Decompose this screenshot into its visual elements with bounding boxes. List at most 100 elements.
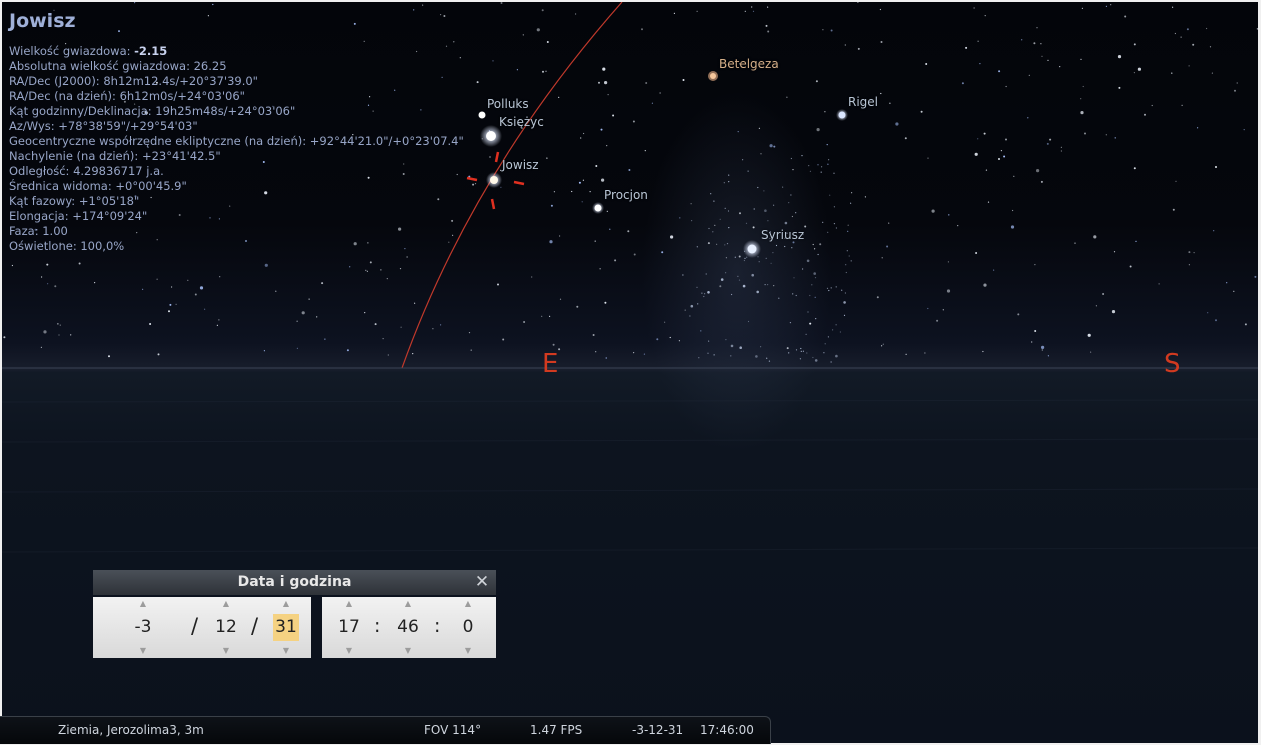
star bbox=[406, 256, 408, 258]
hour-field[interactable]: 17 bbox=[334, 614, 364, 641]
month-spinner[interactable]: ▲ 12 ▼ bbox=[209, 597, 243, 658]
hour-up-arrow-icon[interactable]: ▲ bbox=[334, 599, 364, 609]
star bbox=[773, 145, 776, 148]
star bbox=[830, 361, 832, 363]
sky-label-procjon[interactable]: Procjon bbox=[604, 188, 648, 202]
procyon-star[interactable] bbox=[594, 204, 602, 212]
star bbox=[1197, 127, 1199, 129]
year-up-arrow-icon[interactable]: ▲ bbox=[126, 599, 160, 609]
pollux-star[interactable] bbox=[478, 111, 486, 119]
object-info-line: Nachylenie (na dzień): +23°41'42.5" bbox=[9, 149, 464, 164]
star bbox=[57, 323, 59, 325]
month-down-arrow-icon[interactable]: ▼ bbox=[209, 646, 243, 656]
month-up-arrow-icon[interactable]: ▲ bbox=[209, 599, 243, 609]
star bbox=[905, 353, 907, 355]
star bbox=[47, 283, 49, 285]
month-field[interactable]: 12 bbox=[209, 614, 243, 641]
star bbox=[739, 346, 742, 350]
star bbox=[778, 297, 780, 299]
second-field[interactable]: 0 bbox=[453, 614, 483, 641]
info-label: Odległość: bbox=[9, 164, 74, 178]
dialog-titlebar[interactable]: Data i godzina ✕ bbox=[93, 570, 496, 595]
rigel-star[interactable] bbox=[838, 111, 846, 119]
star bbox=[576, 305, 579, 308]
star bbox=[1254, 275, 1257, 278]
second-spinner[interactable]: ▲ 0 ▼ bbox=[453, 597, 483, 658]
year-field[interactable]: -3 bbox=[126, 614, 160, 641]
sirius-star[interactable] bbox=[747, 244, 757, 254]
date-time-dialog[interactable]: Data i godzina ✕ ▲ -3 ▼ / ▲ 12 ▼ / ▲ 31 … bbox=[93, 570, 496, 658]
star bbox=[701, 292, 703, 294]
second-up-arrow-icon[interactable]: ▲ bbox=[453, 599, 483, 609]
star bbox=[800, 350, 802, 352]
star bbox=[765, 24, 768, 27]
star bbox=[1243, 129, 1245, 131]
star bbox=[830, 29, 833, 32]
star bbox=[1215, 319, 1217, 322]
star bbox=[846, 250, 848, 252]
star bbox=[1186, 28, 1189, 31]
minute-up-arrow-icon[interactable]: ▲ bbox=[393, 599, 423, 609]
star bbox=[1040, 180, 1043, 183]
date-separator-1: / bbox=[191, 614, 199, 638]
minute-down-arrow-icon[interactable]: ▼ bbox=[393, 646, 423, 656]
hour-down-arrow-icon[interactable]: ▼ bbox=[334, 646, 364, 656]
minute-spinner[interactable]: ▲ 46 ▼ bbox=[393, 597, 423, 658]
sky-label-betelgeza[interactable]: Betelgeza bbox=[719, 57, 779, 71]
status-bar[interactable]: Ziemia, Jerozolima3, 3m FOV 114° 1.47 FP… bbox=[0, 716, 771, 744]
star bbox=[365, 269, 367, 271]
star bbox=[583, 132, 585, 135]
year-down-arrow-icon[interactable]: ▼ bbox=[126, 646, 160, 656]
hour-spinner[interactable]: ▲ 17 ▼ bbox=[334, 597, 364, 658]
betelgeuse-star[interactable] bbox=[710, 73, 716, 79]
star bbox=[723, 182, 725, 184]
sky-label-jowisz[interactable]: Jowisz bbox=[502, 158, 539, 172]
star bbox=[1046, 142, 1049, 145]
star bbox=[316, 316, 318, 318]
star bbox=[879, 8, 882, 11]
sky-label-rigel[interactable]: Rigel bbox=[848, 95, 878, 109]
object-info-line: Oświetlone: 100,0% bbox=[9, 239, 464, 254]
info-label: Absolutna wielkość gwiazdowa: bbox=[9, 59, 194, 73]
star bbox=[745, 222, 748, 224]
star bbox=[857, 2, 859, 3]
star bbox=[713, 200, 715, 202]
star bbox=[690, 304, 694, 308]
sky-label-ksiezyc[interactable]: Księżyc bbox=[499, 115, 544, 129]
star bbox=[296, 347, 298, 349]
second-down-arrow-icon[interactable]: ▼ bbox=[453, 646, 483, 656]
star bbox=[531, 276, 533, 278]
object-name: Jowisz bbox=[9, 10, 76, 32]
day-up-arrow-icon[interactable]: ▲ bbox=[269, 599, 303, 609]
star bbox=[1151, 104, 1153, 107]
star bbox=[936, 319, 939, 322]
minute-field[interactable]: 46 bbox=[393, 614, 423, 641]
day-spinner[interactable]: ▲ 31 ▼ bbox=[269, 597, 303, 658]
star bbox=[835, 354, 838, 358]
info-label: Wielkość gwiazdowa: bbox=[9, 44, 135, 58]
star bbox=[1095, 305, 1097, 307]
star bbox=[1041, 345, 1045, 349]
star bbox=[422, 4, 424, 6]
day-field[interactable]: 31 bbox=[273, 614, 299, 641]
star bbox=[795, 212, 797, 214]
star bbox=[606, 210, 608, 212]
object-info-panel: Jowisz Wielkość gwiazdowa: -2.15 Absolutn… bbox=[9, 8, 464, 254]
sky-label-syriusz[interactable]: Syriusz bbox=[761, 228, 804, 242]
jupiter-disc[interactable] bbox=[490, 176, 498, 184]
star bbox=[1213, 230, 1215, 232]
sky-label-polluks[interactable]: Polluks bbox=[487, 97, 529, 111]
moon-disc[interactable] bbox=[486, 131, 496, 141]
star bbox=[1031, 341, 1033, 343]
star bbox=[1105, 134, 1107, 136]
year-spinner[interactable]: ▲ -3 ▼ bbox=[126, 597, 160, 658]
info-label: Elongacja: bbox=[9, 209, 73, 223]
star bbox=[961, 82, 964, 85]
star bbox=[965, 46, 968, 49]
star bbox=[882, 343, 884, 345]
star bbox=[716, 243, 718, 245]
close-icon[interactable]: ✕ bbox=[472, 572, 492, 592]
star bbox=[784, 245, 786, 248]
day-down-arrow-icon[interactable]: ▼ bbox=[269, 646, 303, 656]
star bbox=[728, 181, 730, 183]
